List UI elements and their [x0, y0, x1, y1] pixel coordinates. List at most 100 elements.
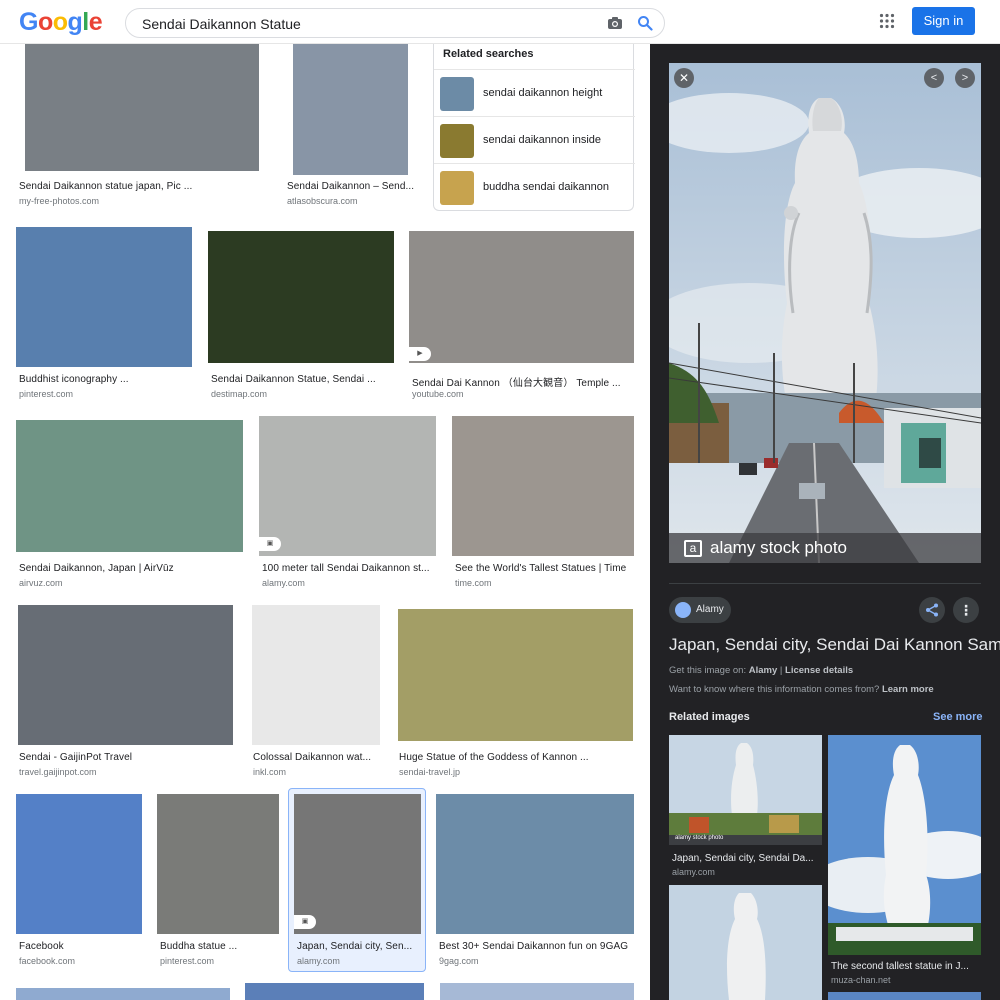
related-image-thumbnail[interactable]	[828, 735, 981, 955]
next-icon[interactable]: >	[955, 68, 975, 88]
info-source-text: Want to know where this information come…	[669, 684, 880, 695]
info-source-line: Want to know where this information come…	[669, 684, 934, 695]
result-title[interactable]: Sendai Daikannon statue japan, Pic ...	[19, 181, 259, 192]
result-thumbnail[interactable]	[18, 605, 233, 745]
result-thumbnail[interactable]	[16, 227, 192, 367]
google-logo[interactable]: Google	[19, 8, 103, 36]
previous-icon[interactable]: <	[924, 68, 944, 88]
result-thumbnail[interactable]	[16, 988, 230, 1000]
logo-letter: o	[52, 8, 68, 36]
related-image-thumbnail[interactable]	[669, 885, 822, 1000]
result-title[interactable]: Huge Statue of the Goddess of Kannon ...	[399, 752, 631, 763]
related-image-watermark: alamy stock photo	[675, 835, 724, 841]
related-search-label[interactable]: buddha sendai daikannon	[483, 181, 609, 193]
result-tile[interactable]: Best 30+ Sendai Daikannon fun on 9GAG 9g…	[436, 794, 634, 969]
sign-in-button[interactable]: Sign in	[912, 7, 975, 35]
result-tile-selected[interactable]: ▣ Japan, Sendai city, Sen... alamy.com	[294, 794, 421, 969]
related-image-title[interactable]: Japan, Sendai city, Sendai Da...	[672, 853, 822, 864]
result-tile[interactable]: ▶ Sendai Dai Kannon （仙台大観音） Temple ... y…	[409, 227, 634, 402]
related-search-item[interactable]: buddha sendai daikannon	[434, 163, 635, 210]
result-title[interactable]: Best 30+ Sendai Daikannon fun on 9GAG	[439, 941, 635, 952]
related-image-illustration	[669, 885, 822, 1000]
search-box[interactable]: Sendai Daikannon Statue	[125, 8, 665, 38]
apps-grid-icon[interactable]	[879, 13, 895, 29]
result-source: time.com	[455, 578, 492, 588]
result-thumbnail[interactable]	[259, 416, 436, 556]
related-search-item[interactable]: sendai daikannon height	[434, 69, 635, 116]
search-input[interactable]: Sendai Daikannon Statue	[142, 16, 301, 32]
result-thumbnail[interactable]	[16, 794, 142, 934]
result-title[interactable]: Sendai Daikannon – Send...	[287, 181, 415, 192]
result-thumbnail[interactable]	[16, 420, 243, 552]
result-thumbnail[interactable]	[409, 231, 634, 363]
result-tile[interactable]: Sendai Daikannon – Send... atlasobscura.…	[284, 44, 416, 209]
result-title[interactable]: See the World's Tallest Statues | Time	[455, 563, 637, 574]
related-search-label[interactable]: sendai daikannon height	[483, 87, 602, 99]
result-thumbnail[interactable]	[440, 983, 634, 1000]
statue-photo-illustration	[669, 63, 981, 563]
result-source: airvuz.com	[19, 578, 63, 588]
related-search-item[interactable]: sendai daikannon inside	[434, 116, 635, 163]
result-thumbnail[interactable]	[293, 44, 408, 175]
result-title[interactable]: Sendai Daikannon Statue, Sendai ...	[211, 374, 393, 385]
preview-image[interactable]: a alamy stock photo	[669, 63, 981, 563]
related-search-label[interactable]: sendai daikannon inside	[483, 134, 601, 146]
preview-title[interactable]: Japan, Sendai city, Sendai Dai Kannon Sa…	[669, 635, 1000, 655]
result-tile[interactable]: Sendai Daikannon Statue, Sendai ... dest…	[208, 227, 394, 402]
result-thumbnail[interactable]	[294, 794, 421, 934]
get-image-source-link[interactable]: Alamy	[749, 665, 778, 676]
related-image-title[interactable]: The second tallest statue in J...	[831, 961, 981, 972]
related-images-heading: Related images	[669, 711, 750, 723]
result-thumbnail[interactable]	[208, 231, 394, 363]
result-title[interactable]: Sendai Daikannon, Japan | AirVūz	[19, 563, 243, 574]
result-tile[interactable]: See the World's Tallest Statues | Time t…	[452, 416, 634, 591]
divider	[669, 583, 981, 584]
result-title[interactable]: Sendai Dai Kannon （仙台大観音） Temple ...	[412, 374, 632, 389]
result-thumbnail[interactable]	[252, 605, 380, 745]
result-title[interactable]: Japan, Sendai city, Sen...	[297, 941, 421, 952]
result-title[interactable]: Buddhist iconography ...	[19, 374, 191, 385]
result-title[interactable]: Sendai - GaijinPot Travel	[19, 752, 233, 763]
learn-more-link[interactable]: Learn more	[882, 684, 934, 695]
camera-icon[interactable]	[607, 15, 623, 31]
result-thumbnail[interactable]	[25, 44, 259, 171]
related-image-thumbnail[interactable]: alamy stock photo	[669, 735, 822, 845]
result-title[interactable]: 100 meter tall Sendai Daikannon st...	[262, 563, 434, 574]
see-more-link[interactable]: See more	[933, 711, 983, 723]
result-source: facebook.com	[19, 956, 76, 966]
results-grid: Sendai Daikannon statue japan, Pic ... m…	[0, 44, 650, 1000]
result-thumbnail[interactable]	[452, 416, 634, 556]
result-title[interactable]: Buddha statue ...	[160, 941, 278, 952]
close-icon[interactable]: ✕	[674, 68, 694, 88]
license-details-link[interactable]: License details	[785, 665, 853, 676]
result-tile[interactable]: ▣ 100 meter tall Sendai Daikannon st... …	[259, 416, 436, 591]
separator: |	[779, 665, 783, 676]
result-tile[interactable]: Buddhist iconography ... pinterest.com	[16, 227, 193, 402]
watermark-bar: a alamy stock photo	[669, 533, 981, 563]
result-tile[interactable]	[440, 983, 634, 1000]
result-tile[interactable]: Huge Statue of the Goddess of Kannon ...…	[396, 605, 634, 780]
result-tile[interactable]: Sendai Daikannon, Japan | AirVūz airvuz.…	[16, 416, 243, 591]
result-tile[interactable]: Buddha statue ... pinterest.com	[157, 794, 279, 969]
source-chip[interactable]: Alamy	[669, 597, 731, 623]
result-title[interactable]: Colossal Daikannon wat...	[253, 752, 379, 763]
result-tile[interactable]: Sendai Daikannon statue japan, Pic ... m…	[16, 44, 268, 209]
more-options-icon[interactable]: ⋮	[953, 597, 979, 623]
result-thumbnail[interactable]	[157, 794, 279, 934]
search-icon[interactable]	[637, 15, 653, 31]
result-title[interactable]: Facebook	[19, 941, 141, 952]
related-image-thumbnail[interactable]	[828, 992, 981, 1000]
result-tile[interactable]: Colossal Daikannon wat... inkl.com	[250, 605, 380, 780]
result-thumbnail[interactable]	[436, 794, 634, 934]
result-thumbnail[interactable]	[398, 609, 633, 741]
result-tile[interactable]: Facebook facebook.com	[16, 794, 142, 969]
result-source: alamy.com	[262, 578, 305, 588]
related-image-illustration	[828, 735, 981, 955]
image-preview-panel: a alamy stock photo ✕ < > Alamy ⋮ Japan,…	[650, 44, 1000, 1000]
share-icon[interactable]	[919, 597, 945, 623]
result-tile[interactable]: Sendai - GaijinPot Travel travel.gaijinp…	[16, 605, 235, 780]
image-badge-icon: ▣	[259, 537, 281, 551]
result-tile[interactable]	[16, 988, 230, 1000]
result-thumbnail[interactable]	[245, 983, 424, 1000]
result-tile[interactable]	[245, 983, 424, 1000]
